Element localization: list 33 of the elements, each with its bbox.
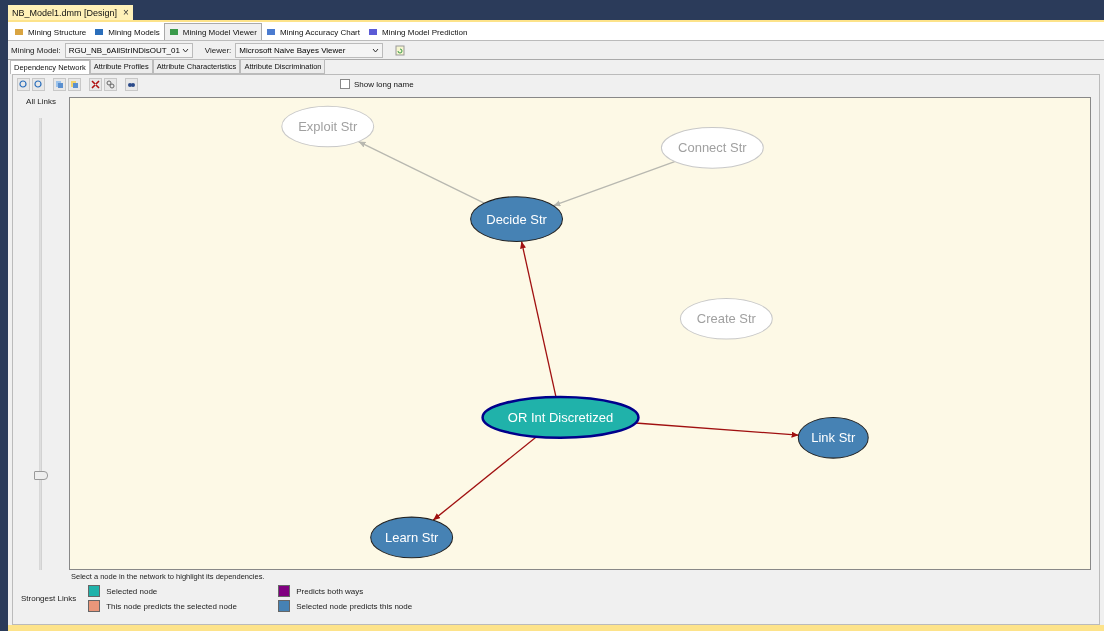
refresh-icon[interactable]: [395, 44, 406, 56]
tab-icon: [14, 27, 24, 37]
checkbox[interactable]: [340, 79, 350, 89]
copy-icon: [70, 79, 79, 89]
viewer-label: Viewer:: [204, 45, 232, 55]
copy-icon: [55, 79, 64, 89]
legend-label: Selected node predicts this node: [296, 601, 413, 611]
legend-label: Selected node: [106, 586, 158, 596]
legend-label: This node predicts the selected node: [106, 601, 237, 611]
network-node[interactable]: Decide Str: [470, 196, 564, 242]
layout-button[interactable]: [104, 77, 117, 91]
tab-icon: [265, 27, 276, 37]
document-tab[interactable]: NB_Model1.dmm [Design] ×: [8, 5, 133, 20]
tab-icon: [367, 27, 378, 37]
copy-graph-button[interactable]: [68, 77, 81, 91]
chevron-icon: [181, 47, 189, 53]
copy-button[interactable]: [53, 77, 66, 91]
network-node[interactable]: Link Str: [797, 416, 869, 459]
model-dropdown[interactable]: RGU_NB_6AllStrINDisOUT_01: [64, 42, 193, 58]
slider-top-label: All Links: [26, 97, 56, 106]
chevron-icon: [372, 47, 380, 53]
close-icon[interactable]: ×: [123, 7, 129, 18]
viewer-dropdown[interactable]: Microsoft Naive Bayes Viewer: [235, 42, 384, 58]
model-label: Mining Model:: [11, 45, 61, 55]
legend-label: Predicts both ways: [296, 586, 364, 596]
tab-icon: [94, 27, 105, 37]
tab-icon: [168, 27, 179, 37]
show-long-name-checkbox[interactable]: Show long name: [340, 79, 414, 89]
network-node[interactable]: Learn Str: [370, 516, 454, 559]
slider-thumb[interactable]: [34, 471, 48, 481]
slider-bottom-label: Strongest Links: [21, 594, 77, 603]
circles-icon: [106, 79, 115, 89]
designer-tab[interactable]: Mining Model Viewer: [163, 23, 262, 40]
